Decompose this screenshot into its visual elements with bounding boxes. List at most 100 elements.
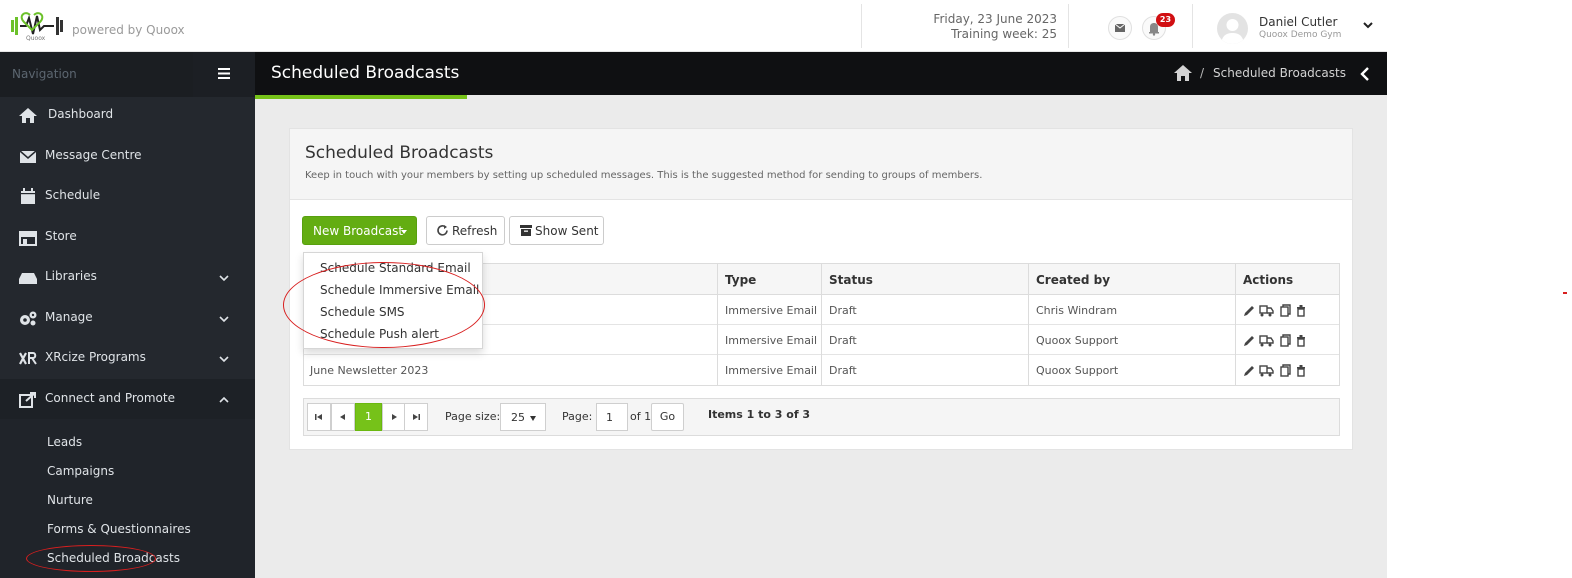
sidebar-subitem-nurture[interactable]: Nurture [47, 493, 93, 507]
store-icon [19, 231, 37, 246]
notification-badge: 23 [1156, 13, 1175, 27]
envelope-icon [19, 150, 37, 163]
sidebar-item-label: Manage [45, 310, 93, 324]
page-count-label: of 1 [630, 410, 652, 423]
trash-icon[interactable] [1297, 365, 1305, 377]
cogs-icon [20, 311, 37, 326]
sidebar-item-manage[interactable]: Manage [0, 298, 255, 339]
sidebar-subitem-forms-questionnaires[interactable]: Forms & Questionnaires [47, 522, 191, 536]
cell-type: Immersive Email [725, 364, 818, 377]
copy-icon[interactable] [1280, 364, 1291, 377]
truck-icon[interactable] [1259, 335, 1274, 347]
column-divider [717, 264, 718, 385]
sidebar-item-label: Connect and Promote [45, 391, 175, 405]
column-header-status[interactable]: Status [822, 264, 1029, 295]
chevron-down-icon[interactable] [1362, 20, 1374, 30]
drive-icon [19, 273, 37, 284]
chevron-down-icon [219, 356, 229, 363]
first-page-button[interactable] [307, 403, 331, 431]
next-page-button[interactable] [382, 403, 406, 431]
sidebar-item-message-centre[interactable]: Message Centre [0, 136, 255, 177]
hamburger-icon [218, 68, 230, 79]
breadcrumb: Scheduled Broadcasts [1213, 66, 1346, 80]
panel-header: Scheduled Broadcasts Keep in touch with … [290, 129, 1352, 200]
row-actions [1244, 304, 1305, 317]
truck-icon[interactable] [1259, 365, 1274, 377]
sidebar-item-xrcize-programs[interactable]: XRcize Programs [0, 338, 255, 379]
truck-icon[interactable] [1259, 305, 1274, 317]
top-header: Quoox powered by Quoox Friday, 23 June 2… [0, 0, 1387, 52]
cell-name[interactable]: June Newsletter 2023 [310, 364, 428, 377]
show-sent-button[interactable]: Show Sent [509, 216, 604, 245]
logo-icon[interactable]: Quoox [10, 12, 66, 42]
last-page-icon [413, 414, 420, 420]
sidebar-subitem-leads[interactable]: Leads [47, 435, 82, 449]
page-title: Scheduled Broadcasts [271, 63, 460, 83]
sidebar-item-store[interactable]: Store [0, 217, 255, 258]
cell-status: Draft [829, 364, 857, 377]
cell-created-by: Chris Windram [1036, 304, 1118, 317]
edit-icon[interactable] [1244, 306, 1254, 316]
user-gym: Quoox Demo Gym [1259, 30, 1342, 40]
show-sent-label: Show Sent [535, 224, 599, 238]
divider [1192, 4, 1193, 48]
avatar[interactable] [1217, 13, 1248, 44]
user-name[interactable]: Daniel Cutler [1259, 15, 1337, 29]
pagination-bar: 1 Page size: 25 Page: 1 of 1 Go Items 1 … [303, 398, 1340, 436]
next-page-icon [392, 414, 397, 420]
page-size-value: 25 [511, 411, 525, 424]
annotation-circle [283, 262, 485, 348]
page-size-label: Page size: [445, 410, 501, 423]
column-divider [821, 264, 822, 385]
annotation-mark [1563, 292, 1567, 294]
nav-header: Navigation [0, 52, 193, 97]
menu-toggle-button[interactable] [193, 52, 255, 97]
training-week: Training week: 25 [951, 27, 1057, 41]
sidebar-item-label: Store [45, 229, 77, 243]
column-header-type[interactable]: Type [718, 264, 822, 295]
home-icon[interactable] [1173, 64, 1193, 82]
page-title-bar: Scheduled Broadcasts / Scheduled Broadca… [255, 52, 1387, 95]
divider [861, 4, 862, 48]
edit-icon[interactable] [1244, 366, 1254, 376]
row-actions [1244, 334, 1305, 347]
copy-icon[interactable] [1280, 304, 1291, 317]
calendar-icon [21, 188, 35, 204]
new-broadcast-button[interactable]: New Broadcast [302, 216, 417, 245]
annotation-circle [26, 545, 156, 572]
date-info: Friday, 23 June 2023 Training week: 25 [870, 12, 1057, 42]
title-accent-bar [255, 95, 467, 99]
sidebar-item-schedule[interactable]: Schedule [0, 176, 255, 217]
row-actions [1244, 364, 1305, 377]
copy-icon[interactable] [1280, 334, 1291, 347]
share-icon [19, 392, 36, 408]
previous-page-button[interactable] [331, 403, 355, 431]
sidebar-item-libraries[interactable]: Libraries [0, 257, 255, 298]
page-size-select[interactable]: 25 [500, 403, 546, 431]
chevron-left-icon[interactable] [1359, 66, 1371, 82]
messages-button[interactable] [1108, 16, 1132, 40]
go-button[interactable]: Go [651, 403, 684, 431]
trash-icon[interactable] [1297, 335, 1305, 347]
breadcrumb-separator: / [1200, 66, 1205, 80]
new-broadcast-label: New Broadcast [313, 224, 404, 238]
sidebar-subitem-campaigns[interactable]: Campaigns [47, 464, 114, 478]
sidebar-item-dashboard[interactable]: Dashboard [0, 95, 255, 136]
envelope-icon [1114, 23, 1126, 32]
trash-icon[interactable] [1297, 305, 1305, 317]
page-number-input[interactable]: 1 [596, 403, 628, 431]
sidebar-item-label: Dashboard [48, 107, 114, 121]
cell-status: Draft [829, 334, 857, 347]
dropdown-arrow-icon [530, 416, 536, 421]
last-page-button[interactable] [404, 403, 428, 431]
current-page-button[interactable]: 1 [355, 403, 382, 431]
caret-down-icon [401, 230, 407, 234]
refresh-icon [437, 225, 448, 236]
svg-text:Quoox: Quoox [26, 35, 46, 42]
cell-created-by: Quoox Support [1036, 334, 1119, 347]
sidebar-item-connect-and-promote[interactable]: Connect and Promote [0, 379, 255, 420]
edit-icon[interactable] [1244, 336, 1254, 346]
refresh-button[interactable]: Refresh [426, 216, 505, 245]
nav-title: Navigation [12, 67, 77, 81]
column-header-created-by[interactable]: Created by [1029, 264, 1236, 295]
